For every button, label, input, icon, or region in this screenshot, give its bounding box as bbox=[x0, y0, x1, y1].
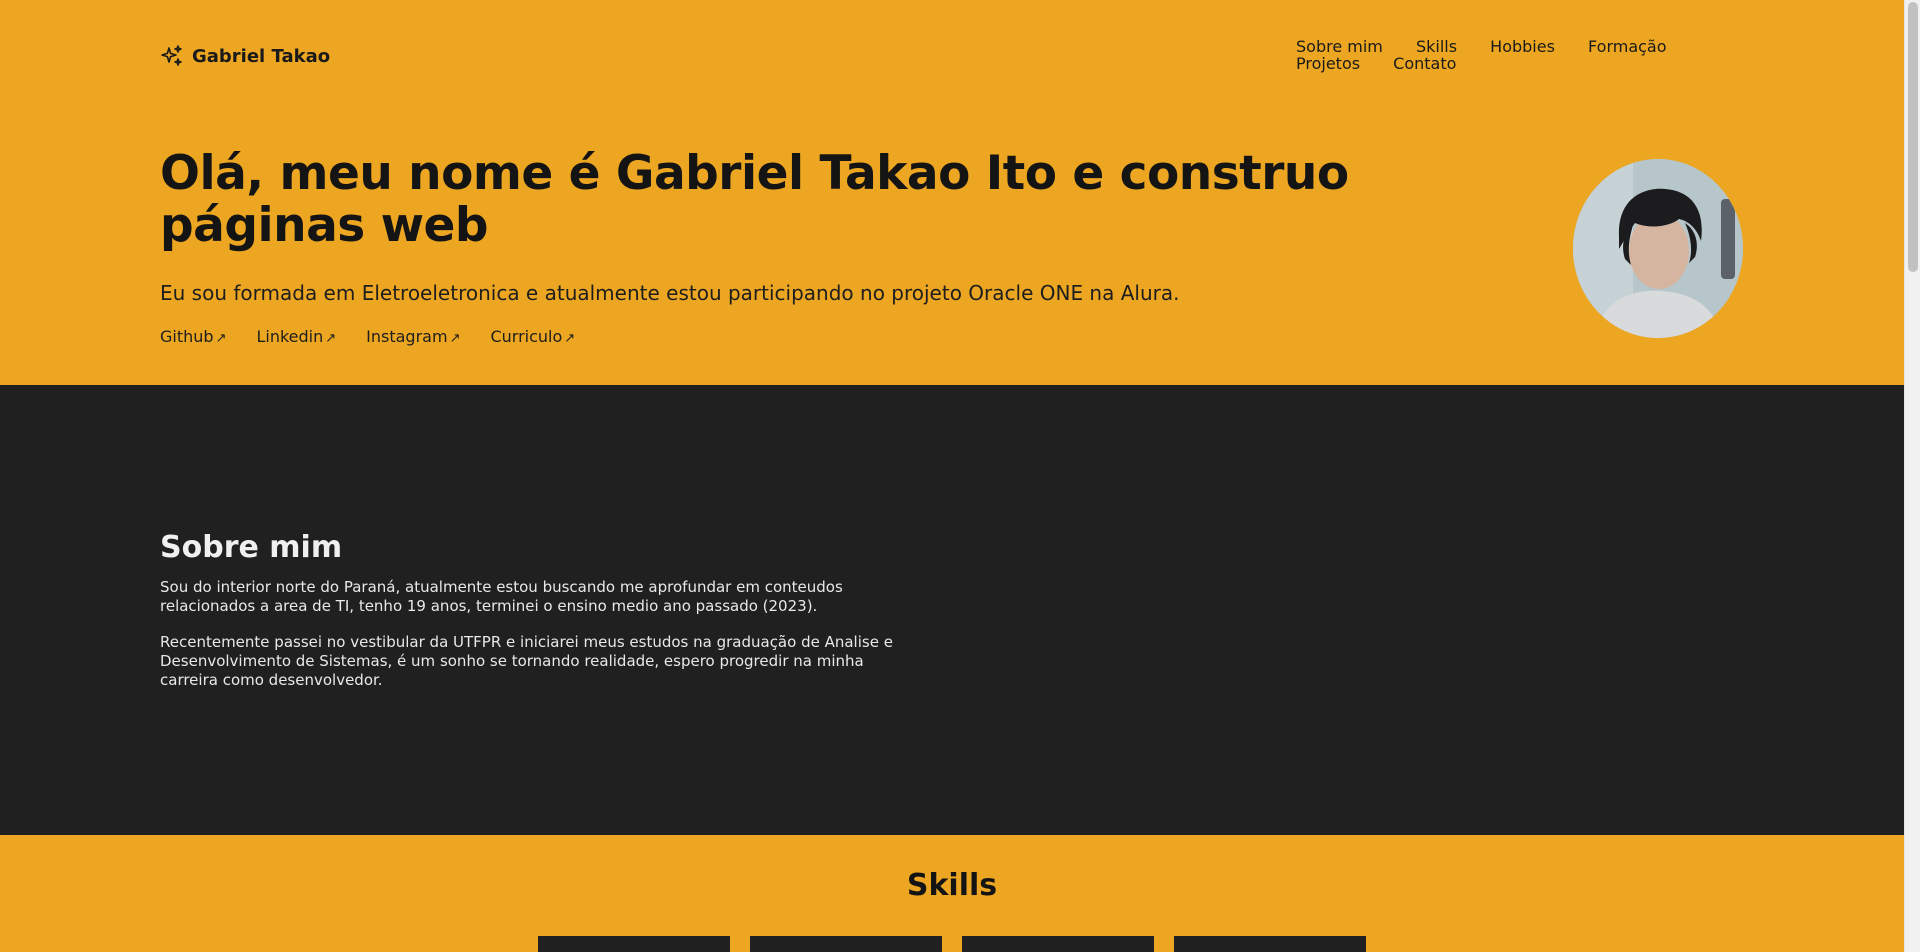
instagram-link[interactable]: Instagram ↗ bbox=[366, 327, 460, 346]
about-title: Sobre mim bbox=[160, 530, 343, 565]
external-link-icon: ↗ bbox=[215, 331, 227, 346]
skill-card bbox=[1174, 936, 1366, 952]
nav-item-contato[interactable]: Contato bbox=[1393, 54, 1456, 73]
hero-subtitle: Eu sou formada em Eletroeletronica e atu… bbox=[160, 281, 1180, 305]
external-link-icon: ↗ bbox=[564, 331, 576, 346]
external-link-icon: ↗ bbox=[325, 331, 337, 346]
nav-item-projetos[interactable]: Projetos bbox=[1296, 54, 1360, 73]
skills-section: Skills bbox=[0, 835, 1904, 952]
hero-headline: Olá, meu nome é Gabriel Takao Ito e cons… bbox=[160, 146, 1349, 253]
instagram-link-label: Instagram bbox=[366, 327, 448, 346]
skill-card bbox=[962, 936, 1154, 952]
github-link[interactable]: Github ↗ bbox=[160, 327, 226, 346]
external-link-icon: ↗ bbox=[449, 331, 461, 346]
profile-avatar bbox=[1573, 159, 1743, 338]
github-link-label: Github bbox=[160, 327, 214, 346]
page: Gabriel Takao Sobre mim Skills Hobbies F… bbox=[0, 0, 1904, 952]
brand[interactable]: Gabriel Takao bbox=[160, 44, 330, 68]
curriculo-link[interactable]: Curriculo ↗ bbox=[490, 327, 575, 346]
skill-card bbox=[750, 936, 942, 952]
about-paragraph: Sou do interior norte do Paraná, atualme… bbox=[160, 578, 843, 615]
main-nav: Sobre mim Skills Hobbies Formação Projet… bbox=[1296, 38, 1746, 72]
profile-photo bbox=[1573, 159, 1743, 338]
skills-title: Skills bbox=[906, 868, 998, 903]
brand-name: Gabriel Takao bbox=[192, 45, 331, 67]
sparkles-icon bbox=[161, 45, 182, 66]
social-links: Github ↗ Linkedin ↗ Instagram ↗ Curriculo ↗ bbox=[160, 327, 575, 346]
curriculo-link-label: Curriculo bbox=[490, 327, 563, 346]
hero-section: Gabriel Takao Sobre mim Skills Hobbies F… bbox=[0, 0, 1904, 385]
skill-card bbox=[538, 936, 730, 952]
linkedin-link-label: Linkedin bbox=[256, 327, 324, 346]
about-section: Sobre mim Sou do interior norte do Paran… bbox=[0, 385, 1904, 835]
linkedin-link[interactable]: Linkedin ↗ bbox=[256, 327, 336, 346]
about-paragraph: Recentemente passei no vestibular da UTF… bbox=[160, 633, 893, 689]
page-scrollbar[interactable] bbox=[1904, 0, 1920, 952]
nav-item-formacao[interactable]: Formação bbox=[1588, 37, 1667, 56]
nav-item-hobbies[interactable]: Hobbies bbox=[1490, 37, 1555, 56]
scrollbar-thumb[interactable] bbox=[1908, 2, 1918, 272]
